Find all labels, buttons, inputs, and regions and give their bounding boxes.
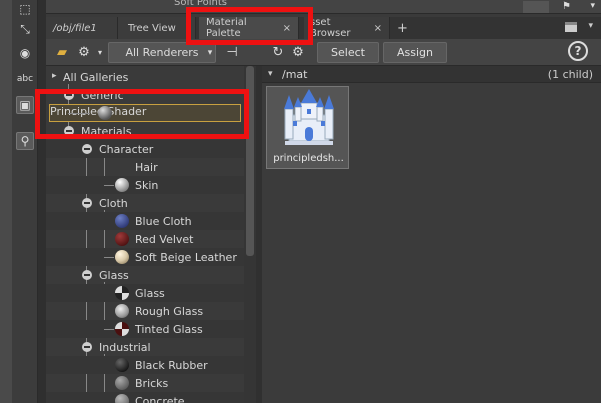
material-ball-icon: [115, 232, 129, 246]
top-strip: Soft Points ⚑ ▾: [46, 0, 601, 14]
brush-tool-icon[interactable]: ⤡: [16, 20, 34, 38]
shelf-strip: [0, 0, 12, 403]
pin-tool-icon[interactable]: ⚲: [16, 132, 34, 150]
tree-label: Bricks: [135, 376, 169, 390]
tree-label: Rough Glass: [135, 304, 204, 318]
tree-label: Glass: [135, 286, 165, 300]
top-control[interactable]: [523, 1, 549, 13]
tree-row-soft-beige-leather[interactable]: Soft Beige Leather: [46, 248, 244, 266]
pane-chevron-down-icon[interactable]: ▾: [588, 21, 593, 31]
material-ball-icon: [115, 322, 129, 336]
tree-label: Blue Cloth: [135, 214, 192, 228]
tree-label: Glass: [99, 268, 129, 282]
child-count: (1 child): [547, 68, 593, 81]
tree-label: Skin: [135, 178, 159, 192]
tree-label: Cloth: [99, 196, 128, 210]
gear-icon[interactable]: ⚙: [76, 44, 92, 60]
tree-row-tinted-glass[interactable]: Tinted Glass: [46, 320, 244, 338]
assign-button-label: Assign: [397, 46, 433, 59]
circle-tool-icon[interactable]: ◉: [16, 44, 34, 62]
refresh-icon[interactable]: ↻: [270, 44, 286, 60]
tree-label: Industrial: [99, 340, 151, 354]
material-network-panel: ▾ /mat (1 child) principledsh...: [262, 66, 601, 403]
tree-guide: [104, 185, 114, 186]
tree-guide: [104, 329, 114, 330]
tab-bar: /obj/file1 Tree View Material Palette × …: [46, 17, 601, 39]
tab-obj-file1[interactable]: /obj/file1: [46, 17, 118, 39]
material-ball-icon: [115, 286, 129, 300]
network-path: /mat: [282, 68, 308, 81]
highlight-callout-tab: [186, 7, 313, 45]
renderer-chevron-down-icon[interactable]: ▾: [202, 45, 218, 61]
material-ball-icon: [115, 214, 129, 228]
tree-row-skin[interactable]: Skin: [46, 176, 244, 194]
tree-row-character[interactable]: Character: [46, 140, 244, 158]
collapse-toggle-icon[interactable]: [82, 342, 92, 352]
material-thumbnail-principledshader[interactable]: principledsh...: [266, 83, 349, 169]
pane-separator: [38, 0, 46, 403]
palette-toolbar: ▰ ⚙ ▾ All Renderers ▾ ⊣ ↻ ⚙ Select Assig…: [46, 39, 601, 66]
select-button-label: Select: [331, 46, 365, 59]
renderer-dropdown-label: All Renderers: [125, 46, 199, 59]
tree-row-black-rubber[interactable]: Black Rubber: [46, 356, 244, 374]
collapse-toggle-icon[interactable]: [82, 144, 92, 154]
tree-row-industrial[interactable]: Industrial: [46, 338, 244, 356]
material-ball-icon: [115, 304, 129, 318]
gear-chevron-down-icon[interactable]: ▾: [92, 44, 108, 60]
expand-down-icon[interactable]: ▾: [268, 69, 273, 79]
tree-label: Tinted Glass: [135, 322, 203, 336]
tree-row-red-velvet[interactable]: Red Velvet: [46, 230, 244, 248]
close-icon[interactable]: ×: [374, 23, 382, 34]
tree-label: Hair: [135, 160, 158, 174]
material-ball-icon: [115, 250, 129, 264]
material-ball-icon: [115, 376, 129, 390]
tree-label: Soft Beige Leather: [135, 250, 237, 264]
image-tool-icon[interactable]: ▣: [16, 96, 34, 114]
collapse-toggle-icon[interactable]: [82, 270, 92, 280]
tree-guide: [104, 257, 114, 258]
chevron-down-icon[interactable]: ▾: [590, 1, 595, 11]
tab-tree-view[interactable]: Tree View: [118, 17, 196, 39]
material-ball-icon: [115, 394, 129, 403]
tree-label: Concrete: [135, 394, 185, 403]
material-thumbnail-label: principledsh...: [273, 153, 344, 164]
tab-asset-browser[interactable]: sset Browser ×: [304, 17, 390, 39]
expand-icon[interactable]: ▸: [52, 71, 57, 81]
text-tool-icon[interactable]: abc: [16, 70, 34, 88]
tree-label: Character: [99, 142, 154, 156]
help-icon[interactable]: ?: [568, 41, 588, 61]
path-bar: ▾ /mat (1 child): [262, 66, 601, 83]
tree-row-concrete[interactable]: Concrete: [46, 392, 244, 403]
tree-row-rough-glass[interactable]: Rough Glass: [46, 302, 244, 320]
tree-row-glass-group[interactable]: Glass: [46, 266, 244, 284]
pane-menu-icon[interactable]: [565, 22, 577, 32]
material-ball-icon: [115, 358, 129, 372]
right-gear-icon[interactable]: ⚙: [290, 44, 306, 60]
tree-row-glass[interactable]: Glass: [46, 284, 244, 302]
add-tab-button[interactable]: +: [392, 17, 412, 39]
collapse-toggle-icon[interactable]: [82, 198, 92, 208]
tree-row-bricks[interactable]: Bricks: [46, 374, 244, 392]
highlight-callout-principled: [35, 89, 249, 139]
assign-button[interactable]: Assign: [383, 42, 447, 63]
tree-label: All Galleries: [63, 70, 129, 84]
flag-icon[interactable]: ⚑: [562, 1, 571, 12]
tree-row-cloth[interactable]: Cloth: [46, 194, 244, 212]
collapse-icon[interactable]: ⊣: [224, 44, 240, 60]
tab-label: Tree View: [128, 22, 176, 34]
material-ball-icon: [115, 178, 129, 192]
select-tool-icon[interactable]: ⬚: [16, 0, 34, 18]
tree-row-blue-cloth[interactable]: Blue Cloth: [46, 212, 244, 230]
tree-row-hair[interactable]: Hair: [46, 158, 244, 176]
tab-label: /obj/file1: [53, 22, 97, 34]
select-button[interactable]: Select: [317, 42, 379, 63]
tab-label: sset Browser: [310, 17, 351, 39]
tree-label: Black Rubber: [135, 358, 208, 372]
tree-label: Red Velvet: [135, 232, 194, 246]
renderer-dropdown[interactable]: All Renderers: [108, 42, 216, 63]
castle-icon: [284, 83, 334, 145]
tree-row-all-galleries[interactable]: ▸ All Galleries: [46, 68, 244, 86]
toolstrip: ⬚ ⤡ ◉ abc ▣ ⚲: [12, 0, 38, 403]
folder-add-icon[interactable]: ▰: [54, 44, 70, 60]
